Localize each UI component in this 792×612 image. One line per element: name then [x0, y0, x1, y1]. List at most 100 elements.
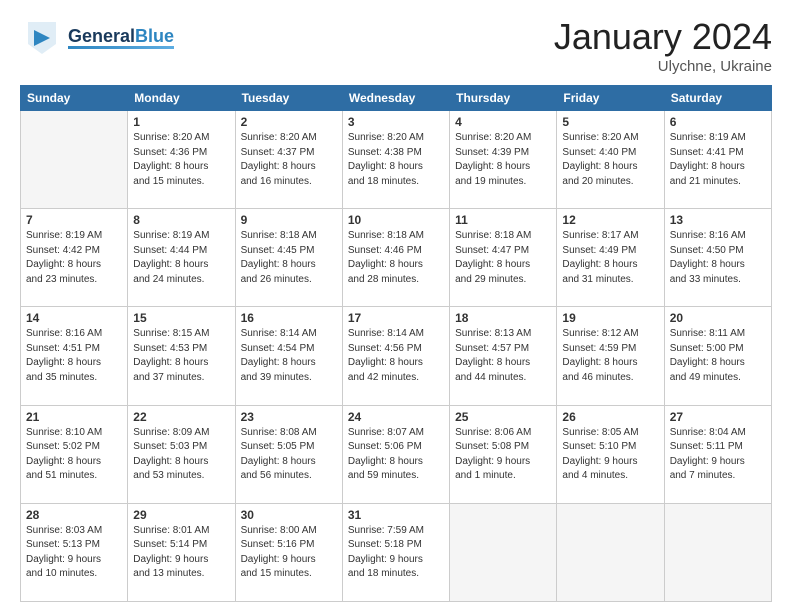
calendar-week-row: 1 Sunrise: 8:20 AM Sunset: 4:36 PM Daylig… [21, 111, 772, 209]
day-number: 17 [348, 311, 444, 325]
day-info: Sunrise: 8:18 AM Sunset: 4:47 PM Dayligh… [455, 229, 551, 287]
table-row [450, 503, 557, 601]
day-number: 30 [241, 508, 337, 522]
logo-blue-text: Blue [135, 27, 174, 45]
day-number: 16 [241, 311, 337, 325]
logo-words: GeneralBlue [68, 27, 174, 49]
day-info: Sunrise: 8:04 AM Sunset: 5:11 PM Dayligh… [670, 426, 766, 484]
day-number: 14 [26, 311, 122, 325]
table-row: 21Sunrise: 8:10 AM Sunset: 5:02 PM Dayli… [21, 405, 128, 503]
table-row: 28 Sunrise: 8:03 AM Sunset: 5:13 PM Dayli… [21, 503, 128, 601]
calendar-week-row: 7 Sunrise: 8:19 AM Sunset: 4:42 PM Daylig… [21, 209, 772, 307]
day-info: Sunrise: 8:17 AM Sunset: 4:49 PM Dayligh… [562, 229, 658, 287]
day-number: 6 [670, 115, 766, 129]
day-number: 25 [455, 410, 551, 424]
day-number: 26 [562, 410, 658, 424]
table-row: 12 Sunrise: 8:17 AM Sunset: 4:49 PM Dayli… [557, 209, 664, 307]
day-number: 24 [348, 410, 444, 424]
table-row: 2Sunrise: 8:20 AM Sunset: 4:37 PM Daylig… [235, 111, 342, 209]
col-sunday: Sunday [21, 86, 128, 111]
table-row: 1 Sunrise: 8:20 AM Sunset: 4:36 PM Daylig… [128, 111, 235, 209]
table-row: 15Sunrise: 8:15 AM Sunset: 4:53 PM Dayli… [128, 307, 235, 405]
calendar-week-row: 28 Sunrise: 8:03 AM Sunset: 5:13 PM Dayli… [21, 503, 772, 601]
col-monday: Monday [128, 86, 235, 111]
logo-underline [68, 46, 174, 49]
table-row: 19 Sunrise: 8:12 AM Sunset: 4:59 PM Dayli… [557, 307, 664, 405]
table-row: 23 Sunrise: 8:08 AM Sunset: 5:05 PM Dayli… [235, 405, 342, 503]
header: GeneralBlue January 2024 Ulychne, Ukrain… [20, 16, 772, 75]
day-number: 8 [133, 213, 229, 227]
table-row: 16 Sunrise: 8:14 AM Sunset: 4:54 PM Dayli… [235, 307, 342, 405]
day-info: Sunrise: 8:20 AM Sunset: 4:36 PM Dayligh… [133, 131, 229, 189]
day-info: Sunrise: 8:07 AM Sunset: 5:06 PM Dayligh… [348, 426, 444, 484]
table-row: 13Sunrise: 8:16 AM Sunset: 4:50 PM Dayli… [664, 209, 771, 307]
day-number: 3 [348, 115, 444, 129]
table-row: 3 Sunrise: 8:20 AM Sunset: 4:38 PM Daylig… [342, 111, 449, 209]
day-number: 13 [670, 213, 766, 227]
day-number: 9 [241, 213, 337, 227]
day-info: Sunrise: 8:20 AM Sunset: 4:40 PM Dayligh… [562, 131, 658, 189]
day-info: Sunrise: 8:19 AM Sunset: 4:42 PM Dayligh… [26, 229, 122, 287]
day-number: 4 [455, 115, 551, 129]
day-info: Sunrise: 8:05 AM Sunset: 5:10 PM Dayligh… [562, 426, 658, 484]
day-info: Sunrise: 8:20 AM Sunset: 4:38 PM Dayligh… [348, 131, 444, 189]
table-row: 7 Sunrise: 8:19 AM Sunset: 4:42 PM Daylig… [21, 209, 128, 307]
table-row: 31Sunrise: 7:59 AM Sunset: 5:18 PM Dayli… [342, 503, 449, 601]
table-row: 24 Sunrise: 8:07 AM Sunset: 5:06 PM Dayli… [342, 405, 449, 503]
logo-icon [20, 16, 64, 60]
day-info: Sunrise: 8:03 AM Sunset: 5:13 PM Dayligh… [26, 524, 122, 582]
table-row: 30 Sunrise: 8:00 AM Sunset: 5:16 PM Dayli… [235, 503, 342, 601]
col-tuesday: Tuesday [235, 86, 342, 111]
table-row: 20Sunrise: 8:11 AM Sunset: 5:00 PM Dayli… [664, 307, 771, 405]
calendar-title: January 2024 [554, 16, 772, 58]
day-number: 23 [241, 410, 337, 424]
day-number: 11 [455, 213, 551, 227]
day-info: Sunrise: 8:20 AM Sunset: 4:37 PM Dayligh… [241, 131, 337, 189]
table-row [557, 503, 664, 601]
title-block: January 2024 Ulychne, Ukraine [554, 16, 772, 75]
day-number: 1 [133, 115, 229, 129]
day-number: 7 [26, 213, 122, 227]
day-number: 29 [133, 508, 229, 522]
table-row: 18 Sunrise: 8:13 AM Sunset: 4:57 PM Dayli… [450, 307, 557, 405]
table-row: 27Sunrise: 8:04 AM Sunset: 5:11 PM Dayli… [664, 405, 771, 503]
calendar-header-row: Sunday Monday Tuesday Wednesday Thursday… [21, 86, 772, 111]
col-friday: Friday [557, 86, 664, 111]
calendar-location: Ulychne, Ukraine [554, 58, 772, 75]
day-number: 28 [26, 508, 122, 522]
day-number: 5 [562, 115, 658, 129]
table-row: 29 Sunrise: 8:01 AM Sunset: 5:14 PM Dayli… [128, 503, 235, 601]
table-row: 25 Sunrise: 8:06 AM Sunset: 5:08 PM Dayli… [450, 405, 557, 503]
day-info: Sunrise: 8:12 AM Sunset: 4:59 PM Dayligh… [562, 327, 658, 385]
day-info: Sunrise: 8:10 AM Sunset: 5:02 PM Dayligh… [26, 426, 122, 484]
day-number: 20 [670, 311, 766, 325]
calendar-table: Sunday Monday Tuesday Wednesday Thursday… [20, 85, 772, 602]
day-info: Sunrise: 8:09 AM Sunset: 5:03 PM Dayligh… [133, 426, 229, 484]
day-number: 19 [562, 311, 658, 325]
table-row: 14 Sunrise: 8:16 AM Sunset: 4:51 PM Dayli… [21, 307, 128, 405]
day-number: 12 [562, 213, 658, 227]
table-row: 17 Sunrise: 8:14 AM Sunset: 4:56 PM Dayli… [342, 307, 449, 405]
page: GeneralBlue January 2024 Ulychne, Ukrain… [0, 0, 792, 612]
table-row: 26 Sunrise: 8:05 AM Sunset: 5:10 PM Dayli… [557, 405, 664, 503]
day-info: Sunrise: 8:16 AM Sunset: 4:51 PM Dayligh… [26, 327, 122, 385]
table-row: 4Sunrise: 8:20 AM Sunset: 4:39 PM Daylig… [450, 111, 557, 209]
day-info: Sunrise: 8:18 AM Sunset: 4:45 PM Dayligh… [241, 229, 337, 287]
logo: GeneralBlue [20, 16, 174, 60]
day-info: Sunrise: 8:06 AM Sunset: 5:08 PM Dayligh… [455, 426, 551, 484]
table-row: 8 Sunrise: 8:19 AM Sunset: 4:44 PM Daylig… [128, 209, 235, 307]
day-info: Sunrise: 8:19 AM Sunset: 4:44 PM Dayligh… [133, 229, 229, 287]
day-number: 31 [348, 508, 444, 522]
day-number: 18 [455, 311, 551, 325]
table-row: 10Sunrise: 8:18 AM Sunset: 4:46 PM Dayli… [342, 209, 449, 307]
table-row [664, 503, 771, 601]
day-info: Sunrise: 8:00 AM Sunset: 5:16 PM Dayligh… [241, 524, 337, 582]
day-info: Sunrise: 8:14 AM Sunset: 4:54 PM Dayligh… [241, 327, 337, 385]
day-info: Sunrise: 8:08 AM Sunset: 5:05 PM Dayligh… [241, 426, 337, 484]
day-info: Sunrise: 8:01 AM Sunset: 5:14 PM Dayligh… [133, 524, 229, 582]
day-info: Sunrise: 8:15 AM Sunset: 4:53 PM Dayligh… [133, 327, 229, 385]
day-info: Sunrise: 8:14 AM Sunset: 4:56 PM Dayligh… [348, 327, 444, 385]
col-thursday: Thursday [450, 86, 557, 111]
table-row: 22Sunrise: 8:09 AM Sunset: 5:03 PM Dayli… [128, 405, 235, 503]
day-info: Sunrise: 8:13 AM Sunset: 4:57 PM Dayligh… [455, 327, 551, 385]
